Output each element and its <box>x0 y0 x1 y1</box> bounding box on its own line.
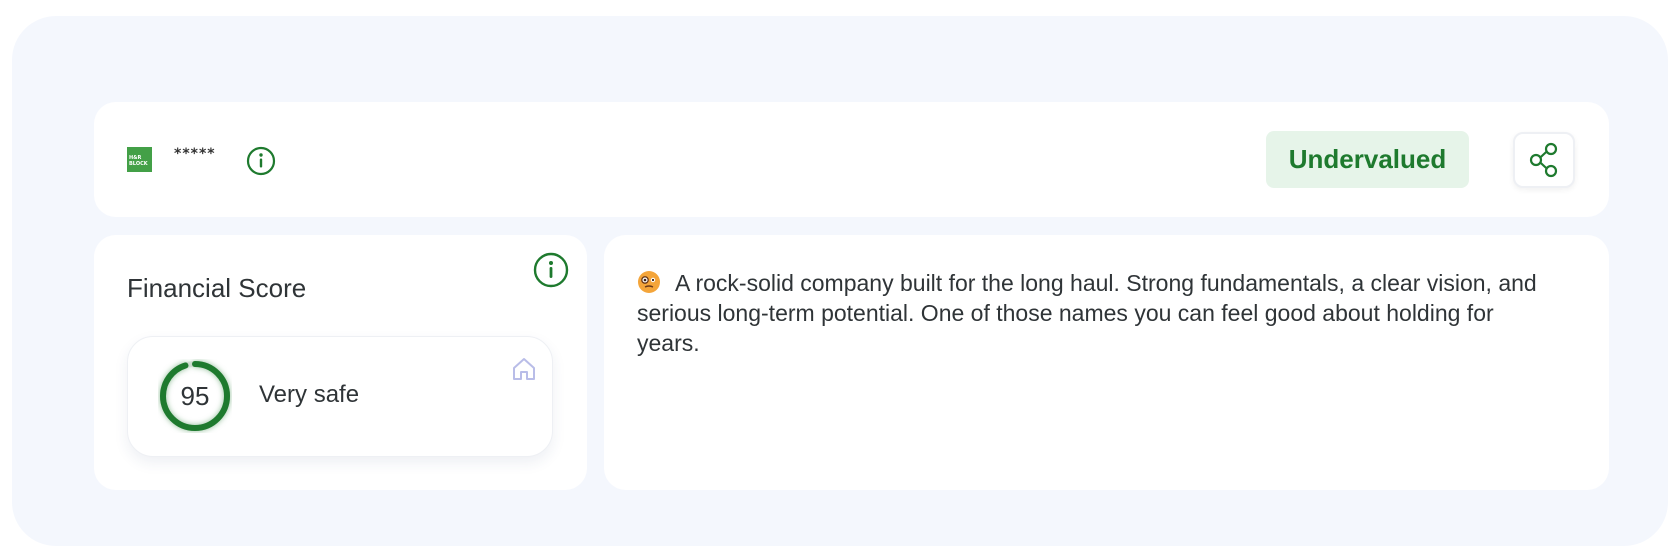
ticker-symbol: ***** <box>174 146 216 162</box>
share-button[interactable] <box>1513 132 1575 188</box>
stock-header-card: H&R BLOCK ***** Undervalued <box>94 102 1609 217</box>
company-logo: H&R BLOCK <box>127 147 152 172</box>
description-text: A rock-solid company built for the long … <box>637 270 1537 356</box>
score-panel: 95 Very safe <box>127 336 553 457</box>
score-value: 95 <box>180 380 210 411</box>
home-icon <box>513 358 535 380</box>
description-card: A rock-solid company built for the long … <box>604 235 1609 490</box>
share-icon <box>1529 142 1558 178</box>
score-info-icon[interactable] <box>533 252 569 288</box>
valuation-badge: Undervalued <box>1266 131 1469 188</box>
financial-score-card: Financial Score 95 Very safe <box>94 235 587 490</box>
score-title: Financial Score <box>127 273 307 303</box>
score-label: Very safe <box>259 381 360 408</box>
page-background: H&R BLOCK ***** Undervalued Financial Sco… <box>12 16 1668 546</box>
info-icon[interactable] <box>246 146 276 176</box>
